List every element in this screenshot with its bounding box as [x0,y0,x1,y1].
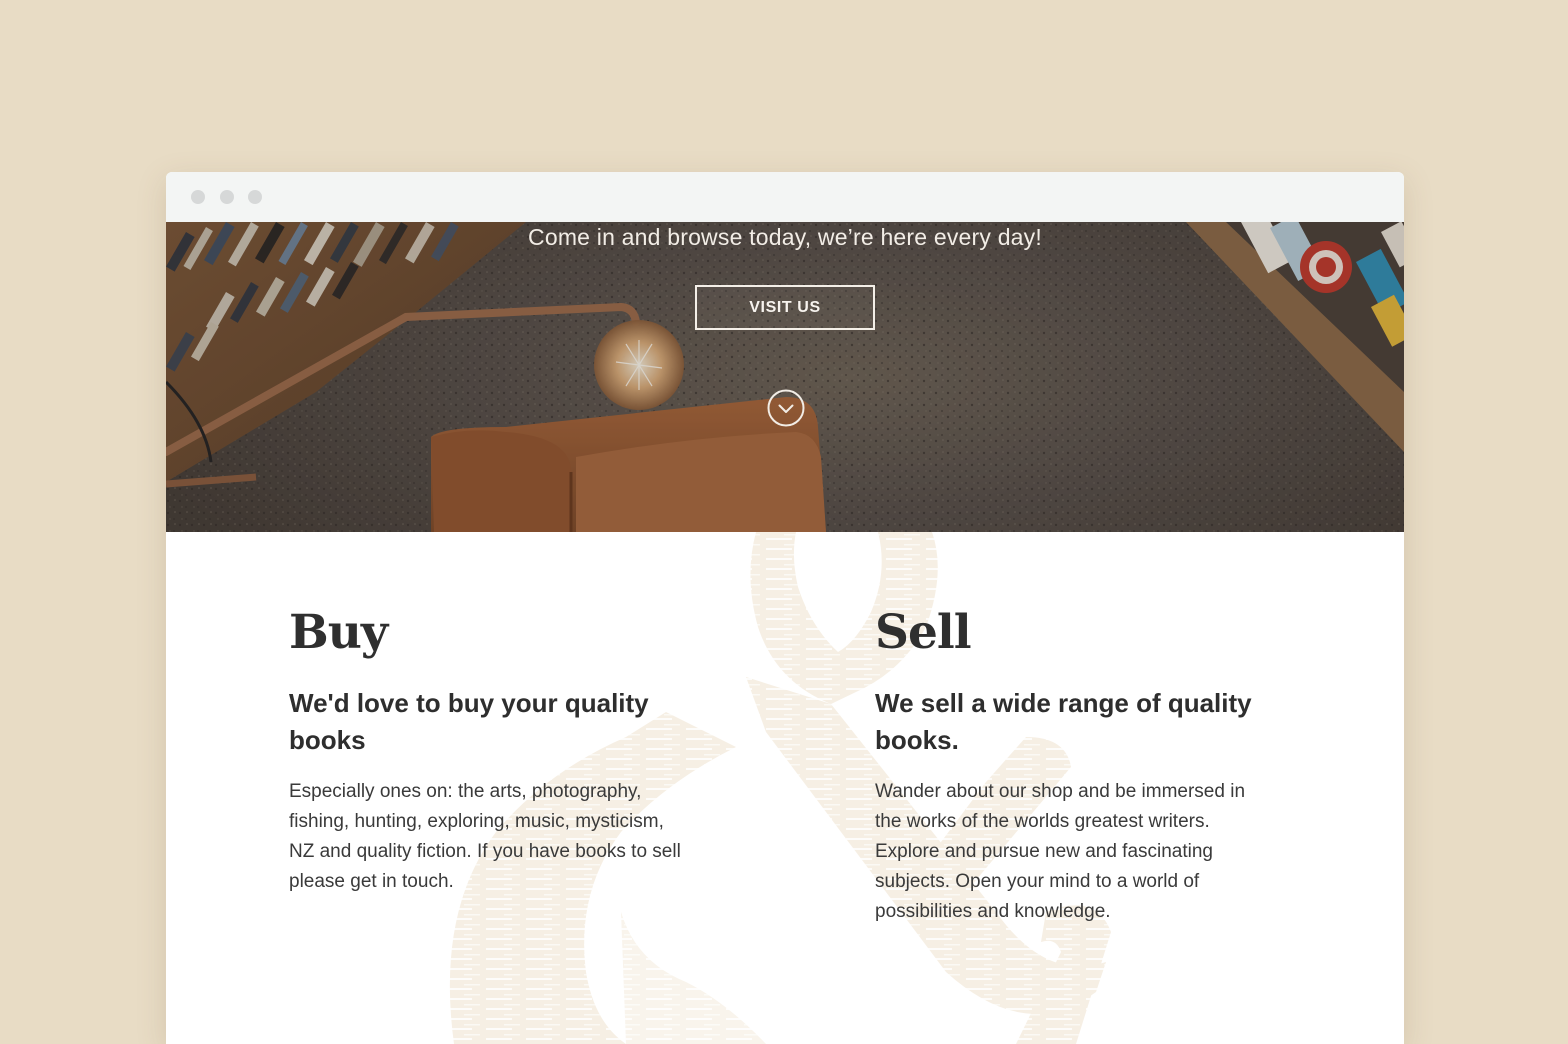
buy-body: Especially ones on: the arts, photograph… [289,781,681,892]
sell-body: Wander about our shop and be immersed in… [875,781,1246,922]
browser-window: Come in and browse today, we’re here eve… [166,172,1404,1044]
window-maximize-dot[interactable] [248,190,262,204]
sell-title: Sell [875,605,972,660]
browser-chrome [166,172,1404,222]
window-minimize-dot[interactable] [220,190,234,204]
visit-us-button[interactable]: VISIT US [695,285,875,330]
bookshop-photo [166,222,1404,532]
hero-tagline: Come in and browse today, we’re here eve… [528,224,1042,250]
buy-sell-section: Buy We'd love to buy your quality books … [166,532,1404,1044]
hero-banner: Come in and browse today, we’re here eve… [166,222,1404,532]
chevron-down-circle-icon[interactable] [767,389,805,427]
sell-subtitle: We sell a wide range of quality books. [875,688,1252,755]
window-close-dot[interactable] [191,190,205,204]
buy-title: Buy [289,605,388,660]
buy-subtitle: We'd love to buy your quality books [289,688,649,755]
